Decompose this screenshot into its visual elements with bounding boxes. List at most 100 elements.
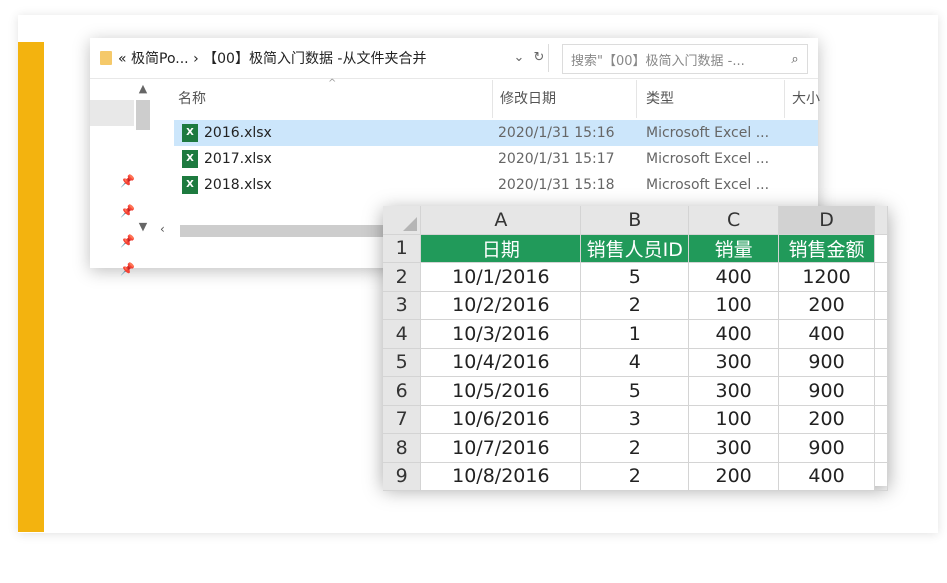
- date-cell[interactable]: 10/6/2016: [420, 405, 582, 434]
- scroll-thumb[interactable]: [136, 100, 150, 130]
- empty-cell[interactable]: [874, 462, 888, 491]
- salesperson-id-cell[interactable]: 1: [580, 319, 690, 349]
- column-divider[interactable]: [492, 80, 493, 118]
- salesperson-id-cell[interactable]: 2: [580, 462, 690, 491]
- date-cell[interactable]: 10/4/2016: [420, 348, 582, 377]
- search-input[interactable]: 搜索"【00】极简入门数据 -... ⌕: [562, 44, 808, 74]
- chevron-down-icon[interactable]: ⌄: [510, 48, 528, 68]
- empty-cell[interactable]: [874, 433, 888, 463]
- date-cell[interactable]: 10/8/2016: [420, 462, 582, 491]
- row-number[interactable]: 7: [383, 405, 422, 434]
- salesperson-id-cell[interactable]: 3: [580, 405, 690, 434]
- file-name[interactable]: 2018.xlsx: [204, 172, 272, 198]
- refresh-icon[interactable]: ↻: [530, 48, 548, 68]
- address-bar[interactable]: « 极简Po... › 【00】极简入门数据 -从文件夹合并: [90, 44, 549, 72]
- column-letter[interactable]: B: [580, 206, 690, 235]
- column-divider[interactable]: [784, 80, 785, 118]
- empty-cell[interactable]: [874, 319, 888, 349]
- field-name-cell[interactable]: 销量: [688, 234, 780, 263]
- column-header-modified[interactable]: 修改日期: [500, 80, 556, 118]
- field-name-cell[interactable]: 销售人员ID: [580, 234, 690, 263]
- empty-cell[interactable]: [874, 291, 888, 320]
- salesperson-id-cell[interactable]: 5: [580, 262, 690, 292]
- chevron-up-icon[interactable]: ▲: [134, 82, 152, 95]
- column-divider[interactable]: [636, 80, 637, 118]
- field-name-cell[interactable]: 销售金额: [778, 234, 875, 263]
- quantity-cell[interactable]: 400: [688, 319, 780, 349]
- column-header-type[interactable]: 类型: [646, 80, 674, 118]
- spreadsheet-grid: A B C D 1 日期 销售人员ID 销量 销售金额 2 10/1/2016 …: [383, 206, 888, 491]
- table-row: 8 10/7/2016 2 300 900: [383, 433, 888, 463]
- row-number[interactable]: 2: [383, 262, 422, 292]
- date-cell[interactable]: 10/3/2016: [420, 319, 582, 349]
- empty-cell[interactable]: [874, 348, 888, 377]
- quantity-cell[interactable]: 300: [688, 433, 780, 463]
- select-all-corner[interactable]: [383, 206, 422, 235]
- nav-scrollbar[interactable]: ▲ ▼: [134, 80, 152, 240]
- column-header-size[interactable]: 大小: [792, 80, 820, 118]
- column-letter[interactable]: A: [420, 206, 582, 235]
- row-number[interactable]: 8: [383, 433, 422, 463]
- amount-cell[interactable]: 900: [778, 376, 875, 406]
- row-number[interactable]: 3: [383, 291, 422, 320]
- column-letter[interactable]: C: [688, 206, 780, 235]
- salesperson-id-cell[interactable]: 2: [580, 433, 690, 463]
- search-icon[interactable]: ⌕: [783, 52, 807, 67]
- quantity-cell[interactable]: 100: [688, 291, 780, 320]
- empty-cell[interactable]: [874, 234, 888, 263]
- file-modified: 2020/1/31 15:16: [498, 125, 615, 141]
- quantity-cell[interactable]: 300: [688, 376, 780, 406]
- column-header-name[interactable]: 名称: [178, 80, 206, 118]
- amount-cell[interactable]: 200: [778, 291, 875, 320]
- empty-cell[interactable]: [874, 405, 888, 434]
- field-name-cell[interactable]: 日期: [420, 234, 582, 263]
- row-number[interactable]: 9: [383, 462, 422, 491]
- chevron-down-icon[interactable]: ▼: [134, 220, 152, 233]
- spreadsheet: A B C D 1 日期 销售人员ID 销量 销售金额 2 10/1/2016 …: [383, 206, 888, 491]
- quantity-cell[interactable]: 100: [688, 405, 780, 434]
- pin-icon[interactable]: 📌: [120, 262, 135, 276]
- amount-cell[interactable]: 200: [778, 405, 875, 434]
- amount-cell[interactable]: 900: [778, 348, 875, 377]
- amount-cell[interactable]: 900: [778, 433, 875, 463]
- file-name[interactable]: 2016.xlsx: [204, 120, 272, 146]
- excel-file-icon: X: [182, 124, 198, 142]
- quantity-cell[interactable]: 200: [688, 462, 780, 491]
- row-number[interactable]: 5: [383, 348, 422, 377]
- address-path[interactable]: « 极简Po... › 【00】极简入门数据 -从文件夹合并: [118, 48, 426, 68]
- file-row[interactable]: X 2018.xlsx 2020/1/31 15:18 Microsoft Ex…: [174, 172, 818, 198]
- pin-icon[interactable]: 📌: [120, 204, 135, 218]
- amount-cell[interactable]: 1200: [778, 262, 875, 292]
- field-header-row: 1 日期 销售人员ID 销量 销售金额: [383, 234, 888, 263]
- amount-cell[interactable]: 400: [778, 462, 875, 491]
- date-cell[interactable]: 10/2/2016: [420, 291, 582, 320]
- column-letter[interactable]: [874, 206, 888, 235]
- file-row[interactable]: X 2017.xlsx 2020/1/31 15:17 Microsoft Ex…: [174, 146, 818, 172]
- row-number[interactable]: 4: [383, 319, 422, 349]
- table-row: 7 10/6/2016 3 100 200: [383, 405, 888, 434]
- chevron-left-icon[interactable]: ‹: [160, 222, 165, 236]
- row-number[interactable]: 6: [383, 376, 422, 406]
- excel-file-icon: X: [182, 150, 198, 168]
- date-cell[interactable]: 10/5/2016: [420, 376, 582, 406]
- salesperson-id-cell[interactable]: 5: [580, 376, 690, 406]
- empty-cell[interactable]: [874, 376, 888, 406]
- amount-cell[interactable]: 400: [778, 319, 875, 349]
- file-row[interactable]: X 2016.xlsx 2020/1/31 15:16 Microsoft Ex…: [174, 120, 818, 146]
- date-cell[interactable]: 10/1/2016: [420, 262, 582, 292]
- column-letter-active[interactable]: D: [778, 206, 875, 235]
- accent-bar: [18, 42, 44, 532]
- file-modified: 2020/1/31 15:18: [498, 177, 615, 193]
- date-cell[interactable]: 10/7/2016: [420, 433, 582, 463]
- row-number[interactable]: 1: [383, 234, 422, 263]
- quantity-cell[interactable]: 400: [688, 262, 780, 292]
- table-row: 5 10/4/2016 4 300 900: [383, 348, 888, 377]
- quantity-cell[interactable]: 300: [688, 348, 780, 377]
- pin-icon[interactable]: 📌: [120, 174, 135, 188]
- pin-icon[interactable]: 📌: [120, 234, 135, 248]
- nav-selected-item[interactable]: [90, 100, 134, 126]
- empty-cell[interactable]: [874, 262, 888, 292]
- salesperson-id-cell[interactable]: 4: [580, 348, 690, 377]
- salesperson-id-cell[interactable]: 2: [580, 291, 690, 320]
- file-name[interactable]: 2017.xlsx: [204, 146, 272, 172]
